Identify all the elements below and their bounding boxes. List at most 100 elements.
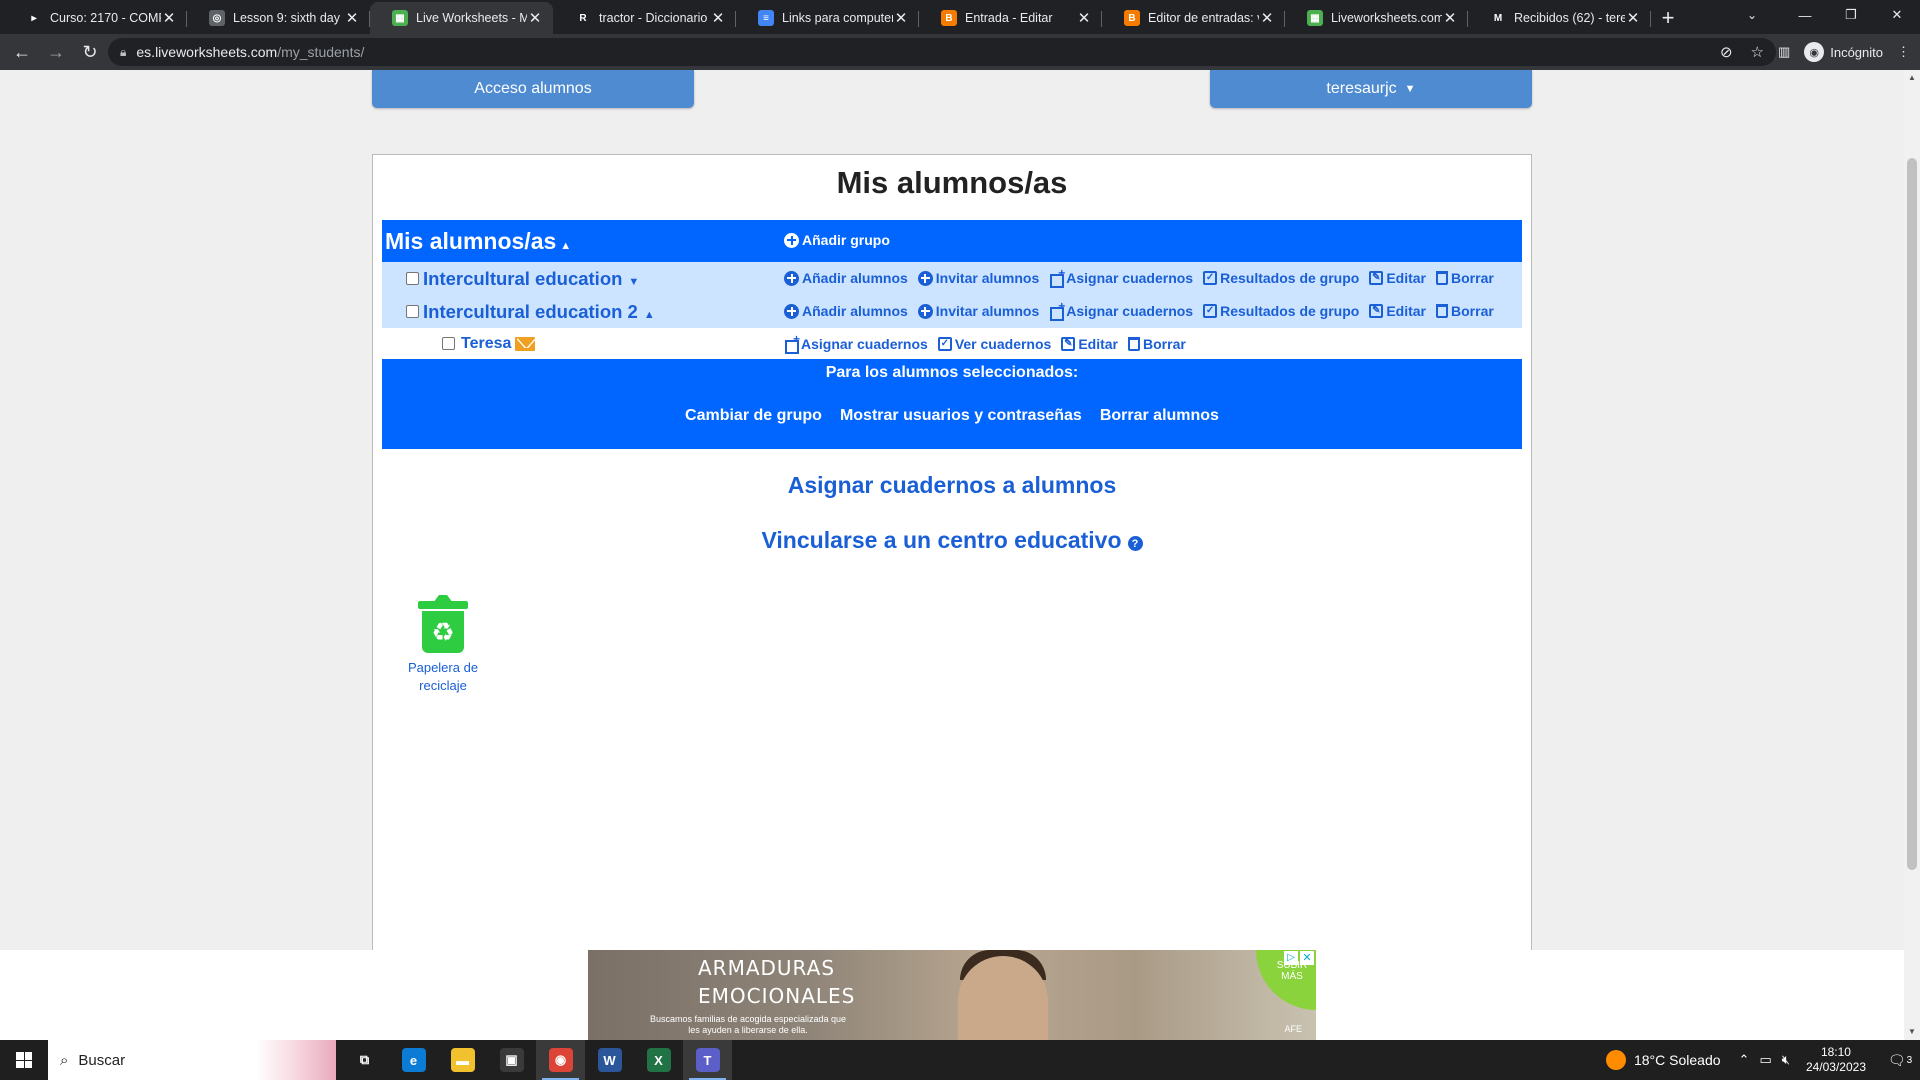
page-scrollbar[interactable]: ▲ ▼ xyxy=(1904,70,1920,1040)
menu-kebab-icon[interactable]: ⋮ xyxy=(1897,44,1910,60)
weather-widget[interactable]: 18°C Soleado xyxy=(1605,1050,1721,1070)
invite-students-link[interactable]: Invitar alumnos xyxy=(917,270,1039,286)
user-menu-button[interactable]: teresaurjc ▼ xyxy=(1210,70,1532,108)
taskbar-teams-button[interactable]: T xyxy=(683,1040,732,1080)
taskbar-apps: ⧉ e ▬ ▣ ◉ W X T xyxy=(340,1040,732,1080)
reload-icon[interactable]: ↻ xyxy=(74,36,106,68)
student-access-button[interactable]: Acceso alumnos xyxy=(372,70,694,108)
tab-favicon-icon: R xyxy=(575,10,591,26)
browser-tab[interactable]: B Entrada - Editar ✕ xyxy=(919,2,1102,34)
volume-muted-icon[interactable]: 🔇︎ xyxy=(1782,1052,1790,1068)
delete-student-link[interactable]: Borrar xyxy=(1128,336,1186,352)
back-icon[interactable]: ← xyxy=(6,36,38,68)
invite-students-link[interactable]: Invitar alumnos xyxy=(917,303,1039,319)
lock-icon[interactable]: 🔒︎ xyxy=(120,45,126,60)
close-tab-icon[interactable]: ✕ xyxy=(893,9,909,27)
incognito-badge[interactable]: ◉ Incógnito xyxy=(1804,42,1883,62)
browser-tab[interactable]: ▦ Live Worksheets - Mis ✕ xyxy=(370,2,553,34)
browser-tab[interactable]: ≡ Links para computer ✕ xyxy=(736,2,919,34)
tracking-blocked-icon[interactable]: ⊘ xyxy=(1720,43,1733,61)
advertisement-banner[interactable]: ARMADURAS EMOCIONALES Buscamos familias … xyxy=(588,950,1316,1040)
browser-tab[interactable]: B Editor de entradas: vis✕ xyxy=(1102,2,1285,34)
browser-tab[interactable]: M Recibidos (62) - teresa✕ xyxy=(1468,2,1651,34)
clock[interactable]: 18:10 24/03/2023 xyxy=(1806,1045,1866,1075)
close-tab-icon[interactable]: ✕ xyxy=(1259,9,1275,27)
close-tab-icon[interactable]: ✕ xyxy=(710,9,726,27)
group-actions: Añadir alumnos Invitar alumnos Asignar c… xyxy=(784,266,1494,288)
change-group-link[interactable]: Cambiar de grupo xyxy=(685,407,822,425)
group-name-link[interactable]: Intercultural education ▼ xyxy=(423,268,639,290)
groups-header-title[interactable]: Mis alumnos/as ▲ xyxy=(385,228,571,255)
assign-workbooks-link[interactable]: Asignar cuadernos xyxy=(1049,266,1193,288)
network-icon[interactable]: ▭ xyxy=(1759,1052,1771,1068)
add-students-link[interactable]: Añadir alumnos xyxy=(784,270,908,286)
scrollbar-thumb[interactable] xyxy=(1907,158,1917,870)
edit-student-link[interactable]: ✎ Editar xyxy=(1061,336,1118,352)
forward-icon[interactable]: → xyxy=(40,36,72,68)
close-tab-icon[interactable]: ✕ xyxy=(1442,9,1458,27)
add-students-link[interactable]: Añadir alumnos xyxy=(784,303,908,319)
scroll-up-icon[interactable]: ▲ xyxy=(1904,70,1920,86)
bookmark-star-icon[interactable]: ☆ xyxy=(1751,43,1764,61)
start-button[interactable] xyxy=(0,1040,48,1080)
taskbar-search[interactable]: ⌕ Buscar xyxy=(48,1040,336,1080)
edit-group-link[interactable]: ✎ Editar xyxy=(1369,270,1426,286)
envelope-icon[interactable] xyxy=(515,337,536,351)
browser-tab[interactable]: ▦ Liveworksheets.com - ✕ xyxy=(1285,2,1468,34)
student-name-link[interactable]: Teresa xyxy=(461,335,536,353)
student-assign-workbooks-link[interactable]: Asignar cuadernos xyxy=(784,332,928,354)
ad-choices-icon[interactable]: ▷ xyxy=(1284,951,1298,965)
ad-headline-2: EMOCIONALES xyxy=(698,984,856,1008)
taskbar-store-button[interactable]: ▣ xyxy=(487,1040,536,1080)
taskbar-task-view-button[interactable]: ⧉ xyxy=(340,1040,389,1080)
close-window-icon[interactable]: ✕ xyxy=(1874,0,1920,30)
browser-tab[interactable]: Rtractor - Diccionario In ✕ xyxy=(553,2,736,34)
assign-workbooks-to-students-link[interactable]: Asignar cuadernos a alumnos xyxy=(373,472,1531,499)
taskbar-edge-button[interactable]: e xyxy=(389,1040,438,1080)
scroll-down-icon[interactable]: ▼ xyxy=(1904,1024,1920,1040)
student-checkbox[interactable] xyxy=(442,337,455,350)
browser-tab[interactable]: ◎ Lesson 9: sixth day ✕ xyxy=(187,2,370,34)
ad-close-icon[interactable]: ✕ xyxy=(1300,951,1314,965)
close-tab-icon[interactable]: ✕ xyxy=(1625,9,1641,27)
chevron-up-icon[interactable]: ⌃ xyxy=(1739,1052,1750,1068)
close-tab-icon[interactable]: ✕ xyxy=(527,9,543,27)
recycle-bin-label: Papelera de reciclaje xyxy=(407,660,479,693)
taskbar-excel-button[interactable]: X xyxy=(634,1040,683,1080)
show-credentials-link[interactable]: Mostrar usuarios y contraseñas xyxy=(840,407,1082,425)
restore-icon[interactable]: ❐ xyxy=(1828,0,1874,30)
view-workbooks-label: Ver cuadernos xyxy=(954,336,1052,352)
delete-group-link[interactable]: Borrar xyxy=(1436,303,1494,319)
edit-icon: ✎ xyxy=(1369,271,1384,285)
browser-tab[interactable]: ▸ Curso: 2170 - COMPUT✕ xyxy=(4,2,187,34)
recycle-bin[interactable]: ♻ Papelera de reciclaje xyxy=(393,595,493,695)
notification-icon[interactable]: 🗨︎ 3 xyxy=(1880,1052,1920,1069)
group-name-link[interactable]: Intercultural education 2 ▲ xyxy=(423,301,655,323)
address-bar[interactable]: 🔒︎ es.liveworksheets.com/my_students/ ⊘ … xyxy=(108,38,1776,66)
link-school-link[interactable]: Vincularse a un centro educativo? xyxy=(373,527,1531,554)
minimize-icon[interactable]: — xyxy=(1782,0,1828,30)
tab-favicon-icon: ◎ xyxy=(209,10,225,26)
close-tab-icon[interactable]: ✕ xyxy=(161,9,177,27)
taskbar-chrome-button[interactable]: ◉ xyxy=(536,1040,585,1080)
group-results-link[interactable]: ✓ Resultados de grupo xyxy=(1203,270,1359,286)
delete-group-link[interactable]: Borrar xyxy=(1436,270,1494,286)
close-tab-icon[interactable]: ✕ xyxy=(1076,9,1092,27)
taskbar-file-explorer-button[interactable]: ▬ xyxy=(438,1040,487,1080)
help-icon[interactable]: ? xyxy=(1127,536,1143,552)
group-row: Intercultural education 2 ▲ Añadir alumno… xyxy=(382,295,1522,328)
tab-title: tractor - Diccionario In xyxy=(599,11,710,25)
taskbar-word-button[interactable]: W xyxy=(585,1040,634,1080)
group-checkbox[interactable] xyxy=(406,305,419,318)
group-checkbox[interactable] xyxy=(406,272,419,285)
delete-students-link[interactable]: Borrar alumnos xyxy=(1100,407,1219,425)
tab-search-icon[interactable]: ⌄ xyxy=(1732,0,1772,30)
assign-workbooks-link[interactable]: Asignar cuadernos xyxy=(1049,299,1193,321)
side-panel-icon[interactable]: ▥ xyxy=(1778,44,1790,60)
group-results-link[interactable]: ✓ Resultados de grupo xyxy=(1203,303,1359,319)
edit-group-link[interactable]: ✎ Editar xyxy=(1369,303,1426,319)
add-group-link[interactable]: Añadir grupo xyxy=(784,232,890,248)
new-tab-button[interactable]: + xyxy=(1651,2,1685,34)
close-tab-icon[interactable]: ✕ xyxy=(344,9,360,27)
view-workbooks-link[interactable]: ✓ Ver cuadernos xyxy=(937,336,1052,352)
